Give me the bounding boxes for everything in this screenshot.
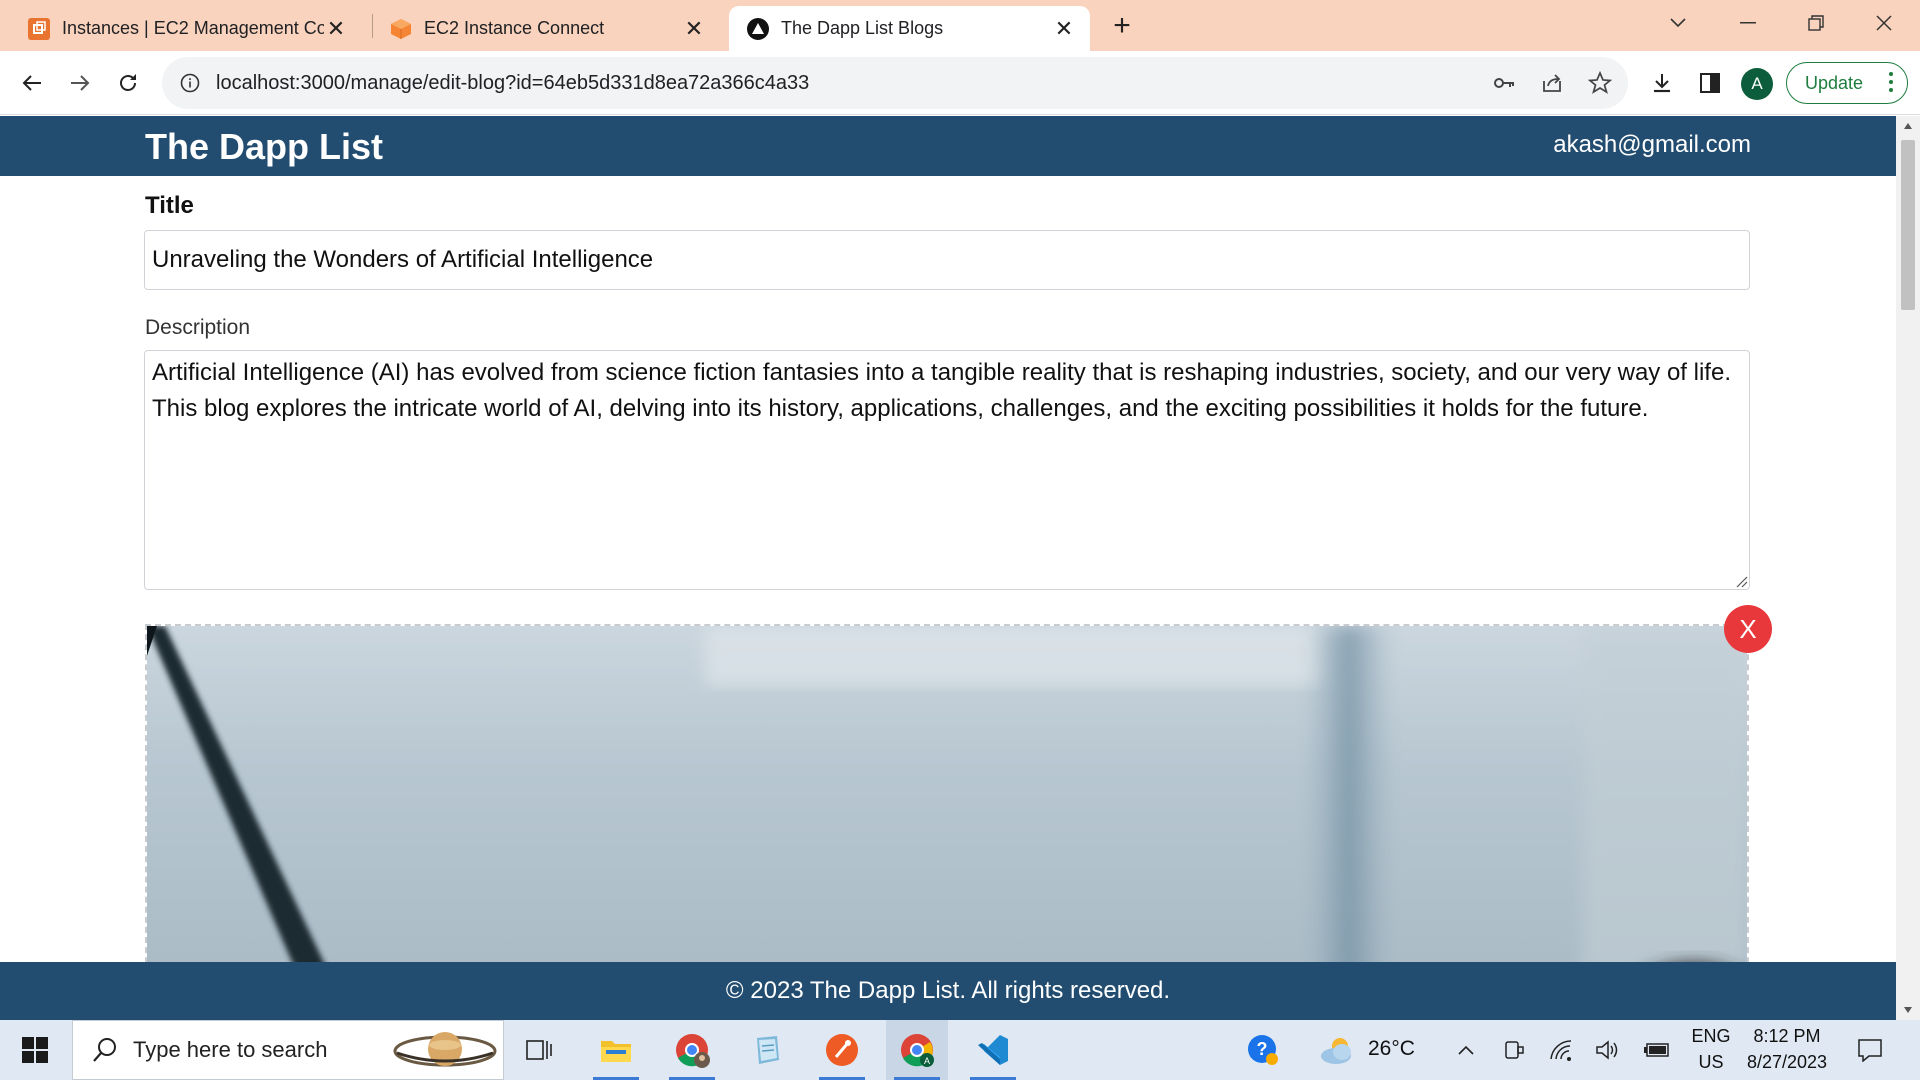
update-button[interactable]: Update: [1786, 62, 1908, 104]
search-icon: [93, 1038, 116, 1062]
meet-now-icon[interactable]: [1500, 1036, 1528, 1064]
new-tab-button[interactable]: +: [1106, 9, 1138, 42]
task-view-icon[interactable]: [508, 1020, 570, 1080]
share-icon[interactable]: [1532, 63, 1572, 103]
side-panel-icon[interactable]: [1692, 65, 1728, 101]
windows-logo-icon: [22, 1037, 48, 1063]
page-viewport: The Dapp List akash@gmail.com Title Desc…: [0, 116, 1920, 1020]
taskbar-search-box[interactable]: Type here to search: [72, 1020, 504, 1080]
description-label: Description: [145, 316, 251, 339]
clock-time[interactable]: 8:12 PM: [1742, 1026, 1832, 1047]
download-icon[interactable]: [1644, 65, 1680, 101]
title-input[interactable]: [144, 230, 1750, 290]
app-header: The Dapp List akash@gmail.com: [0, 116, 1896, 176]
dapp-triangle-icon: [747, 17, 769, 40]
volume-icon[interactable]: [1594, 1036, 1622, 1064]
tab-title: Instances | EC2 Management Console: [62, 18, 324, 38]
vscode-icon[interactable]: [962, 1020, 1024, 1080]
notepad-icon[interactable]: [736, 1020, 798, 1080]
saturn-search-highlight-icon: [393, 1032, 497, 1067]
aws-ec2-icon: [28, 17, 50, 40]
description-textarea[interactable]: Artificial Intelligence (AI) has evolved…: [144, 350, 1750, 590]
chrome-profile-icon[interactable]: [661, 1020, 723, 1080]
tab-title: The Dapp List Blogs: [781, 18, 944, 38]
tab-ec2-instances[interactable]: Instances | EC2 Management Console ✕: [0, 6, 362, 51]
tab-search-chevron-icon[interactable]: [1648, 4, 1708, 42]
bookmark-star-icon[interactable]: [1580, 63, 1620, 103]
windows-taskbar: Type here to search A ? 26°C ENG US 8:12…: [0, 1020, 1920, 1080]
reload-button[interactable]: [110, 65, 146, 101]
scroll-up-icon[interactable]: [1902, 120, 1914, 132]
postman-icon[interactable]: [811, 1020, 873, 1080]
wifi-icon[interactable]: [1548, 1036, 1576, 1064]
title-label: Title: [145, 192, 194, 219]
more-menu-icon[interactable]: [1889, 72, 1893, 96]
weather-temperature[interactable]: 26°C: [1368, 1037, 1415, 1061]
tab-ec2-instance-connect[interactable]: EC2 Instance Connect ✕: [362, 6, 720, 51]
close-icon[interactable]: ✕: [682, 16, 706, 41]
scroll-down-icon[interactable]: [1902, 1004, 1914, 1016]
show-hidden-icons-chevron-icon[interactable]: [1452, 1036, 1480, 1064]
close-window-button[interactable]: [1854, 4, 1914, 42]
close-icon[interactable]: ✕: [324, 16, 348, 41]
resize-handle-icon[interactable]: [1734, 574, 1748, 588]
keyboard-layout[interactable]: US: [1688, 1052, 1734, 1073]
tab-dapp-list-blogs[interactable]: The Dapp List Blogs ✕: [729, 6, 1090, 51]
scroll-thumb[interactable]: [1901, 140, 1915, 310]
user-email[interactable]: akash@gmail.com: [1553, 131, 1751, 159]
close-icon[interactable]: ✕: [1052, 16, 1076, 41]
help-icon[interactable]: ?: [1246, 1033, 1280, 1067]
url-text: localhost:3000/manage/edit-blog?id=64eb5…: [216, 71, 810, 94]
tab-title: EC2 Instance Connect: [424, 18, 605, 38]
notifications-icon[interactable]: [1856, 1036, 1884, 1064]
app-footer: © 2023 The Dapp List. All rights reserve…: [0, 962, 1896, 1020]
profile-avatar[interactable]: A: [1741, 68, 1773, 100]
aws-cube-icon: [390, 18, 412, 40]
weather-cloud-icon[interactable]: [1318, 1033, 1358, 1067]
svg-text:?: ?: [1257, 1039, 1268, 1059]
app-title[interactable]: The Dapp List: [145, 126, 383, 168]
browser-toolbar: localhost:3000/manage/edit-blog?id=64eb5…: [0, 51, 1920, 115]
key-icon[interactable]: [1484, 63, 1524, 103]
language-indicator[interactable]: ENG: [1688, 1026, 1734, 1047]
restore-button[interactable]: [1786, 4, 1846, 42]
update-label: Update: [1805, 72, 1864, 93]
browser-tab-strip: Instances | EC2 Management Console ✕ EC2…: [0, 0, 1920, 51]
search-placeholder: Type here to search: [133, 1037, 328, 1062]
file-explorer-icon[interactable]: [585, 1020, 647, 1080]
clock-date[interactable]: 8/27/2023: [1742, 1052, 1832, 1073]
remove-image-button[interactable]: X: [1724, 605, 1772, 653]
svg-text:A: A: [924, 1056, 930, 1066]
battery-icon[interactable]: [1644, 1036, 1672, 1064]
chrome-icon[interactable]: A: [886, 1020, 948, 1080]
minimize-button[interactable]: [1718, 4, 1778, 42]
site-info-icon[interactable]: [178, 71, 202, 95]
windows-start-button[interactable]: [0, 1020, 70, 1080]
blog-cover-image: [147, 626, 1747, 1020]
image-upload-area[interactable]: [145, 624, 1749, 1020]
page-scrollbar[interactable]: [1896, 116, 1920, 1020]
back-button[interactable]: [14, 65, 50, 101]
address-bar[interactable]: localhost:3000/manage/edit-blog?id=64eb5…: [162, 57, 1628, 109]
forward-button[interactable]: [62, 65, 98, 101]
